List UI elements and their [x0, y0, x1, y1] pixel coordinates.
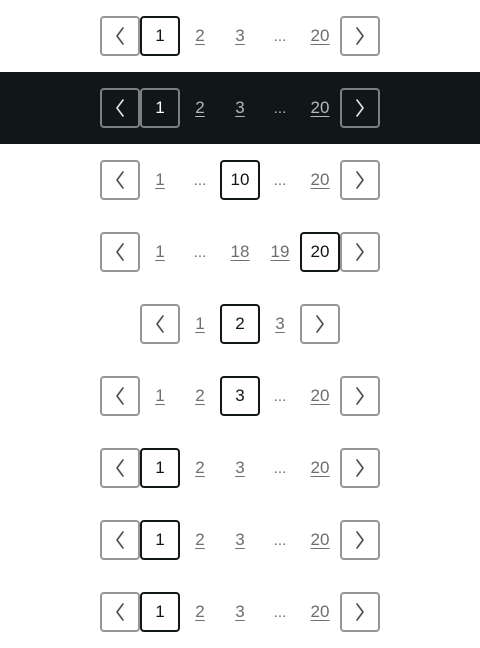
page-link-1[interactable]: 1: [180, 304, 220, 344]
chevron-left-icon: [115, 530, 125, 550]
pagination-ellipsis: ...: [273, 171, 287, 189]
current-page[interactable]: 2: [220, 304, 260, 344]
page-link-1[interactable]: 1: [140, 232, 180, 272]
page-link-20[interactable]: 20: [300, 160, 340, 200]
page-link-2[interactable]: 2: [180, 376, 220, 416]
previous-page-button[interactable]: [100, 592, 140, 632]
chevron-right-icon: [355, 242, 365, 262]
pagination-row-5: 123: [0, 288, 480, 360]
page-link-19[interactable]: 19: [260, 232, 300, 272]
pagination-ellipsis: ...: [273, 603, 287, 621]
current-page[interactable]: 10: [220, 160, 260, 200]
chevron-right-icon: [355, 458, 365, 478]
page-link-2[interactable]: 2: [180, 88, 220, 128]
pagination-ellipsis: ...: [273, 531, 287, 549]
next-page-button[interactable]: [340, 448, 380, 488]
chevron-left-icon: [115, 26, 125, 46]
page-link-3[interactable]: 3: [260, 304, 300, 344]
chevron-right-icon: [355, 602, 365, 622]
pagination-row-4: 1... 18 19 20: [0, 216, 480, 288]
current-page[interactable]: 1: [140, 592, 180, 632]
page-link-1[interactable]: 1: [140, 376, 180, 416]
pagination: 1 2 3... 20: [100, 88, 380, 128]
previous-page-button[interactable]: [140, 304, 180, 344]
next-page-button[interactable]: [300, 304, 340, 344]
pagination: 123: [140, 304, 340, 344]
current-page[interactable]: 3: [220, 376, 260, 416]
chevron-right-icon: [355, 26, 365, 46]
pagination: 1 2 3... 20: [100, 16, 380, 56]
next-page-button[interactable]: [340, 520, 380, 560]
current-page[interactable]: 1: [140, 16, 180, 56]
pagination-ellipsis: ...: [193, 171, 207, 189]
previous-page-button[interactable]: [100, 520, 140, 560]
pagination-row-8: 1 2 3... 20: [0, 504, 480, 576]
previous-page-button[interactable]: [100, 88, 140, 128]
page-link-20[interactable]: 20: [300, 376, 340, 416]
previous-page-button[interactable]: [100, 160, 140, 200]
chevron-left-icon: [115, 602, 125, 622]
next-page-button[interactable]: [340, 376, 380, 416]
pagination-row-6: 1 2 3... 20: [0, 360, 480, 432]
page-link-20[interactable]: 20: [300, 16, 340, 56]
page-link-3[interactable]: 3: [220, 520, 260, 560]
page-link-20[interactable]: 20: [300, 592, 340, 632]
chevron-left-icon: [115, 386, 125, 406]
next-page-button[interactable]: [340, 232, 380, 272]
pagination-ellipsis: ...: [193, 243, 207, 261]
chevron-left-icon: [115, 458, 125, 478]
current-page[interactable]: 20: [300, 232, 340, 272]
pagination-ellipsis: ...: [273, 459, 287, 477]
pagination-ellipsis: ...: [273, 99, 287, 117]
next-page-button[interactable]: [340, 88, 380, 128]
page-link-3[interactable]: 3: [220, 448, 260, 488]
pagination-row-1: 1 2 3... 20: [0, 0, 480, 72]
next-page-button[interactable]: [340, 592, 380, 632]
page-link-20[interactable]: 20: [300, 520, 340, 560]
chevron-right-icon: [355, 386, 365, 406]
page-link-2[interactable]: 2: [180, 520, 220, 560]
previous-page-button[interactable]: [100, 232, 140, 272]
pagination-ellipsis: ...: [273, 387, 287, 405]
pagination-showcase: 1 2 3... 20 1 2 3... 20 1... 10... 20 1... 18 19 20 1 2 3…: [0, 0, 480, 648]
pagination: 1... 10... 20: [100, 160, 380, 200]
page-link-3[interactable]: 3: [220, 88, 260, 128]
pagination-row-7: 1 2 3... 20: [0, 432, 480, 504]
page-link-2[interactable]: 2: [180, 16, 220, 56]
next-page-button[interactable]: [340, 16, 380, 56]
current-page[interactable]: 1: [140, 88, 180, 128]
page-link-2[interactable]: 2: [180, 448, 220, 488]
previous-page-button[interactable]: [100, 16, 140, 56]
page-link-20[interactable]: 20: [300, 88, 340, 128]
page-link-20[interactable]: 20: [300, 448, 340, 488]
next-page-button[interactable]: [340, 160, 380, 200]
page-link-1[interactable]: 1: [140, 160, 180, 200]
chevron-left-icon: [155, 314, 165, 334]
pagination: 1... 18 19 20: [100, 232, 380, 272]
pagination-ellipsis: ...: [273, 27, 287, 45]
chevron-right-icon: [355, 98, 365, 118]
page-link-3[interactable]: 3: [220, 16, 260, 56]
current-page[interactable]: 1: [140, 520, 180, 560]
page-link-3[interactable]: 3: [220, 592, 260, 632]
pagination: 1 2 3... 20: [100, 520, 380, 560]
previous-page-button[interactable]: [100, 376, 140, 416]
pagination-row-3: 1... 10... 20: [0, 144, 480, 216]
chevron-right-icon: [355, 170, 365, 190]
pagination-row-2: 1 2 3... 20: [0, 72, 480, 144]
page-link-2[interactable]: 2: [180, 592, 220, 632]
chevron-left-icon: [115, 98, 125, 118]
current-page[interactable]: 1: [140, 448, 180, 488]
chevron-right-icon: [355, 530, 365, 550]
pagination: 1 2 3... 20: [100, 592, 380, 632]
pagination: 1 2 3... 20: [100, 448, 380, 488]
previous-page-button[interactable]: [100, 448, 140, 488]
chevron-left-icon: [115, 170, 125, 190]
chevron-left-icon: [115, 242, 125, 262]
page-link-18[interactable]: 18: [220, 232, 260, 272]
pagination: 1 2 3... 20: [100, 376, 380, 416]
chevron-right-icon: [315, 314, 325, 334]
pagination-row-9: 1 2 3... 20: [0, 576, 480, 648]
